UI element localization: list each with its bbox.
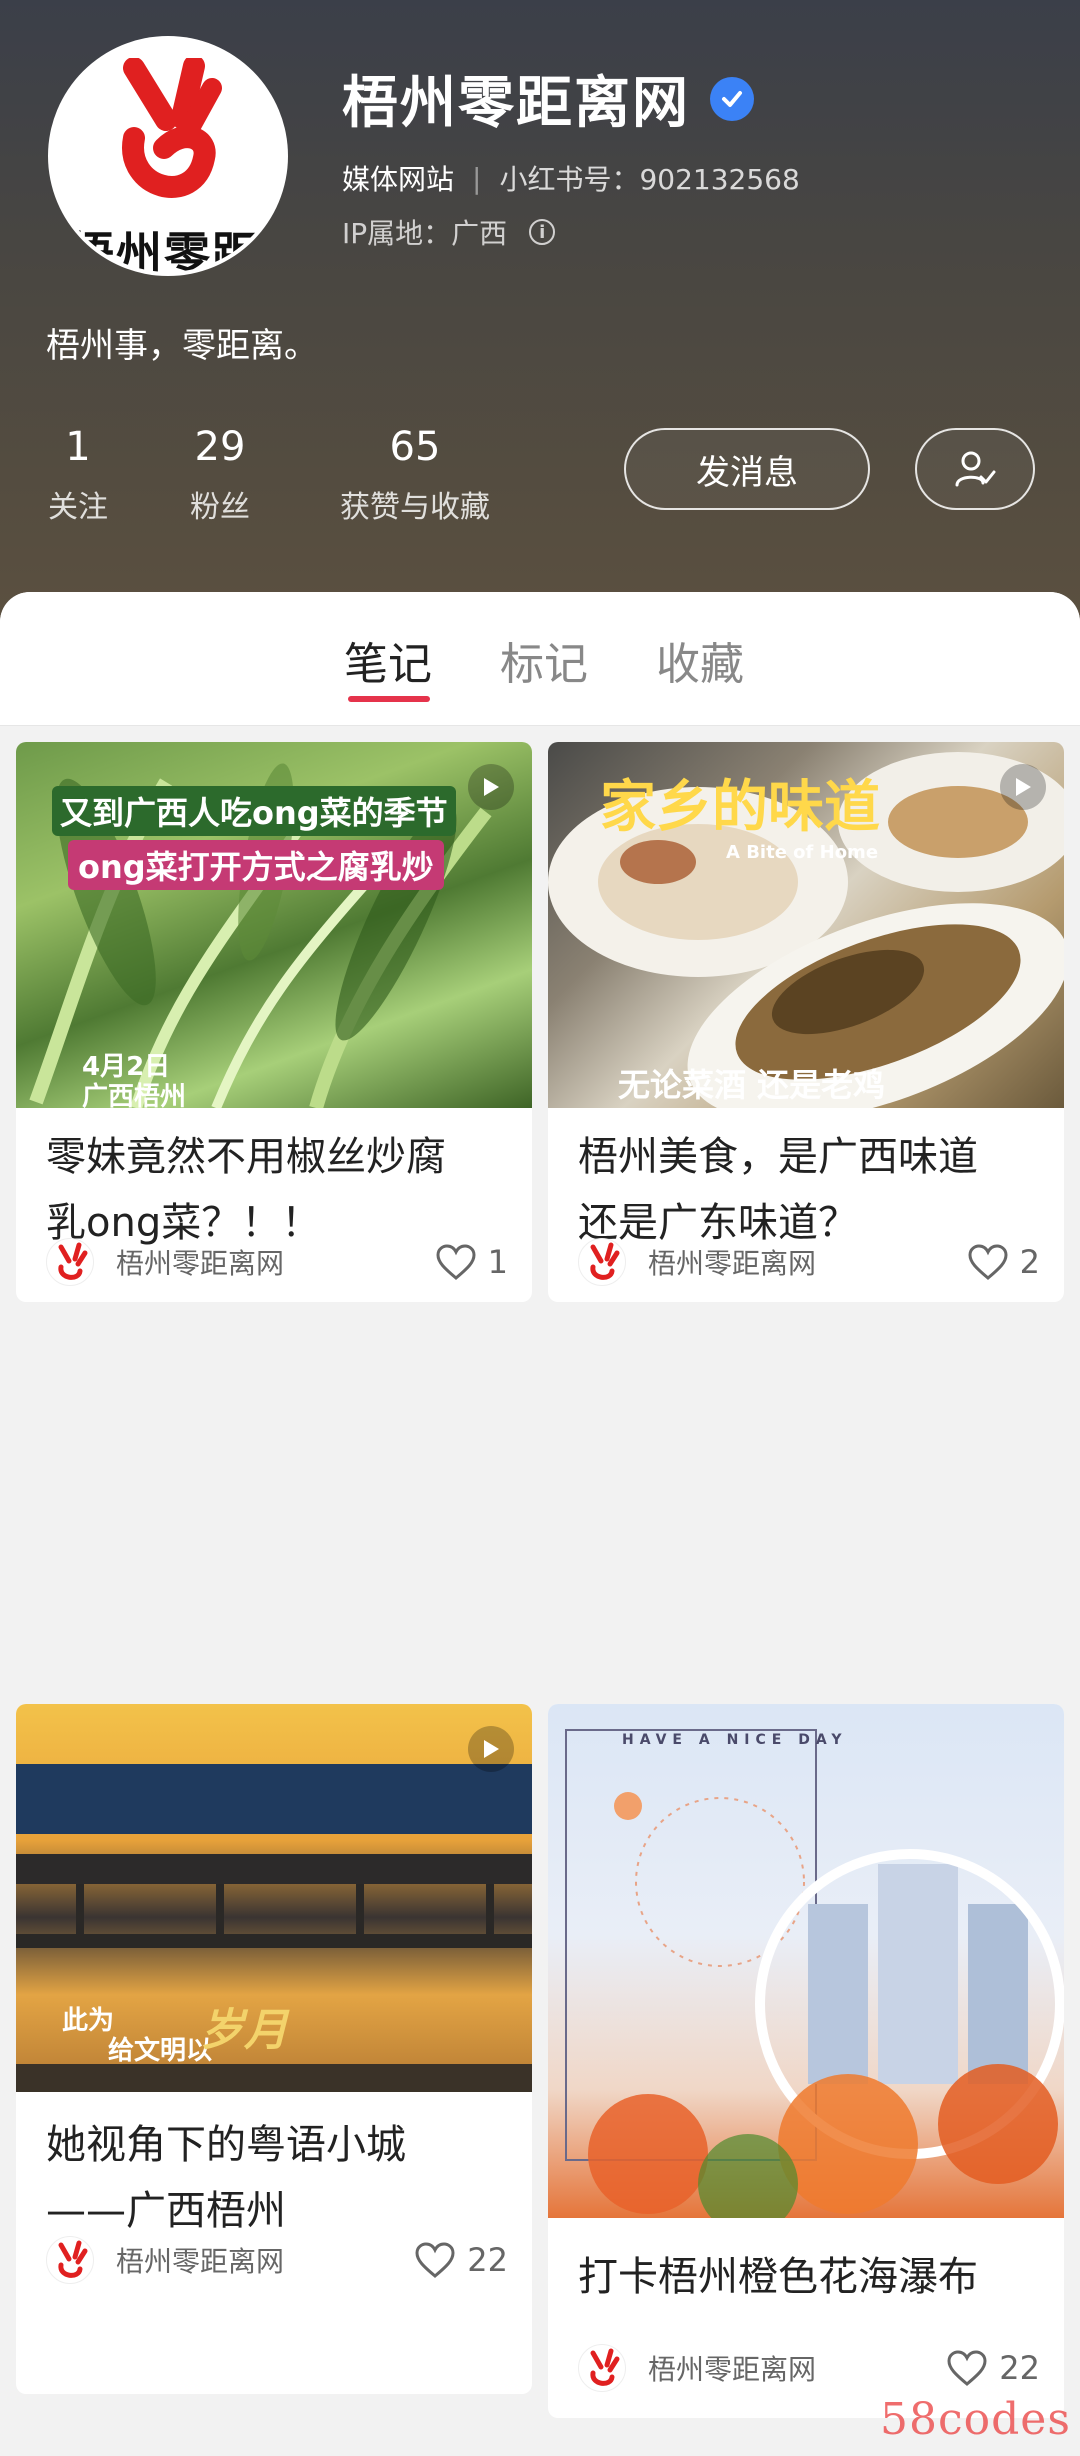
heart-icon xyxy=(415,2242,455,2278)
cover-subtitle: A Bite of Home xyxy=(726,842,879,863)
like-count: 2 xyxy=(1019,1243,1040,1281)
like-button[interactable]: 22 xyxy=(415,2241,508,2279)
stat-label: 获赞与收藏 xyxy=(340,490,490,525)
profile-avatar[interactable]: 梧州零距 xyxy=(48,36,288,276)
heart-icon xyxy=(947,2350,987,2386)
cover-caption: 此为 xyxy=(62,2006,115,2036)
active-tab-indicator xyxy=(348,696,430,702)
note-cover-image: 此为 给文明以 岁月 xyxy=(16,1704,532,2092)
author-name[interactable]: 梧州零距离网 xyxy=(648,2348,947,2388)
tabs-bar: 笔记 标记 收藏 xyxy=(0,592,1080,726)
note-author-row: 梧州零距离网 22 xyxy=(46,2234,508,2286)
stat-following[interactable]: 1 关注 xyxy=(40,424,116,526)
info-icon[interactable]: i xyxy=(529,219,556,245)
heart-icon xyxy=(436,1244,476,1280)
cover-caption: 岁月 xyxy=(200,2005,288,2056)
note-title-line: 梧州美食，是广西味道 xyxy=(578,1134,978,1180)
note-card[interactable]: HAVE A NICE DAY 打卡梧州橙色花海瀑布 梧州零距离网 22 xyxy=(548,1704,1064,2418)
note-title-line: 打卡梧州橙色花海瀑布 xyxy=(578,2254,978,2300)
account-type: 媒体网站 xyxy=(342,163,455,196)
content-area: 笔记 标记 收藏 又到广西人吃ong菜的季节 ong菜打开方式之腐乳炒 4月2日… xyxy=(0,592,1080,2456)
profile-header: 梧州零距 梧州零距离网 媒体网站 | 小红书号：902132568 IP属地：广… xyxy=(0,0,1080,620)
note-title: 她视角下的粤语小城 ——广西梧州 xyxy=(46,2112,508,2244)
author-avatar[interactable] xyxy=(578,1238,626,1286)
stat-label: 关注 xyxy=(48,490,108,525)
author-avatar[interactable] xyxy=(578,2344,626,2392)
like-button[interactable]: 22 xyxy=(947,2349,1040,2387)
note-cover-image: 家乡的味道 A Bite of Home 无论菜酒 还是老鸡 xyxy=(548,742,1064,1108)
note-title: 打卡梧州橙色花海瀑布 xyxy=(578,2244,1040,2310)
profile-bio: 梧州事，零距离。 xyxy=(46,326,318,366)
stat-number: 29 xyxy=(194,424,246,470)
cover-caption: 又到广西人吃ong菜的季节 xyxy=(52,786,456,836)
follow-button[interactable] xyxy=(915,428,1035,510)
tab-notes[interactable]: 笔记 xyxy=(344,628,432,692)
tab-collections[interactable]: 收藏 xyxy=(656,628,744,692)
cover-caption: 给文明以 xyxy=(108,2036,213,2066)
cover-caption: HAVE A NICE DAY xyxy=(622,1732,848,1748)
like-count: 1 xyxy=(487,1243,508,1281)
cover-caption: 无论菜酒 还是老鸡 xyxy=(618,1066,886,1104)
ip-location: IP属地：广西 xyxy=(342,217,508,250)
person-check-icon xyxy=(955,451,996,487)
note-author-row: 梧州零距离网 1 xyxy=(46,1236,508,1288)
send-message-button[interactable]: 发消息 xyxy=(624,428,870,510)
note-author-row: 梧州零距离网 22 xyxy=(578,2342,1040,2394)
cover-place: 广西梧州 xyxy=(82,1082,187,1108)
author-name[interactable]: 梧州零距离网 xyxy=(648,1242,968,1282)
xhs-id: 小红书号：902132568 xyxy=(499,163,800,196)
avatar-logo-text: 梧州零距 xyxy=(68,227,260,276)
ip-location-row: IP属地：广西 i xyxy=(342,212,556,252)
watermark: 58codes xyxy=(880,2394,1071,2445)
note-cover-image: 又到广西人吃ong菜的季节 ong菜打开方式之腐乳炒 4月2日 广西梧州 xyxy=(16,742,532,1108)
verified-badge-icon xyxy=(710,76,754,121)
stat-number: 1 xyxy=(65,424,91,470)
author-avatar[interactable] xyxy=(46,1238,94,1286)
like-count: 22 xyxy=(999,2349,1040,2387)
tab-marks[interactable]: 标记 xyxy=(500,628,588,692)
cover-caption: ong菜打开方式之腐乳炒 xyxy=(68,840,444,890)
like-count: 22 xyxy=(467,2241,508,2279)
note-card[interactable]: 此为 给文明以 岁月 她视角下的粤语小城 ——广西梧州 梧州零距离网 22 xyxy=(16,1704,532,2394)
profile-name-row: 梧州零距离网 xyxy=(342,58,754,139)
note-author-row: 梧州零距离网 2 xyxy=(578,1236,1040,1288)
note-cover-image: HAVE A NICE DAY xyxy=(548,1704,1064,2218)
like-button[interactable]: 2 xyxy=(968,1243,1040,1281)
stat-followers[interactable]: 29 粉丝 xyxy=(182,424,258,526)
note-title-line: 她视角下的粤语小城 xyxy=(46,2122,406,2168)
author-name[interactable]: 梧州零距离网 xyxy=(116,1242,436,1282)
like-button[interactable]: 1 xyxy=(436,1243,508,1281)
video-play-icon xyxy=(468,1726,514,1772)
stat-likes-collects[interactable]: 65 获赞与收藏 xyxy=(330,424,500,526)
note-card[interactable]: 又到广西人吃ong菜的季节 ong菜打开方式之腐乳炒 4月2日 广西梧州 零妹竟… xyxy=(16,742,532,1302)
brand-logo-icon xyxy=(122,58,222,198)
cover-title: 家乡的味道 xyxy=(600,775,880,840)
video-play-icon xyxy=(468,764,514,810)
stat-label: 粉丝 xyxy=(190,490,250,525)
video-play-icon xyxy=(1000,764,1046,810)
flower-building-illustration xyxy=(565,1729,1064,2218)
note-card[interactable]: 家乡的味道 A Bite of Home 无论菜酒 还是老鸡 梧州美食，是广西味… xyxy=(548,742,1064,1302)
stat-number: 65 xyxy=(389,424,441,470)
author-name[interactable]: 梧州零距离网 xyxy=(116,2240,415,2280)
profile-name: 梧州零距离网 xyxy=(342,71,690,136)
meta-divider: | xyxy=(472,161,482,195)
author-avatar[interactable] xyxy=(46,2236,94,2284)
note-title-line: 零妹竟然不用椒丝炒腐 xyxy=(46,1134,446,1180)
heart-icon xyxy=(968,1244,1008,1280)
profile-meta: 媒体网站 | 小红书号：902132568 xyxy=(342,158,800,198)
